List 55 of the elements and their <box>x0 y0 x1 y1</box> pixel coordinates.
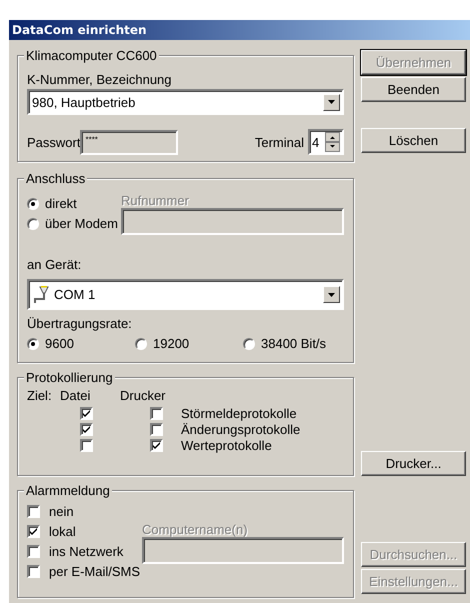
window-title: DataCom einrichten <box>9 20 470 40</box>
button[interactable]: Drucker... <box>361 451 466 476</box>
group-label: Protokollierung <box>24 370 115 385</box>
checkbox[interactable] <box>80 422 93 436</box>
radio-button[interactable] <box>27 338 39 350</box>
checkbox-label: Werteprotokolle <box>181 438 272 452</box>
phone-field[interactable] <box>120 208 344 235</box>
checkmark-icon <box>29 527 38 536</box>
radio-label: 19200 <box>153 336 190 351</box>
radio-label: 38400 Bit/s <box>261 336 326 351</box>
checkbox-label: Störmeldeprotokolle <box>181 406 297 420</box>
checkbox[interactable] <box>27 525 40 538</box>
checkbox[interactable] <box>27 565 40 578</box>
radio-label: über Modem <box>45 216 118 231</box>
checkbox[interactable] <box>80 406 93 420</box>
checkbox-label: per E-Mail/SMS <box>49 564 140 579</box>
radio-label: direkt <box>45 196 77 211</box>
radio-button[interactable] <box>27 218 39 230</box>
radio-button[interactable] <box>135 338 147 350</box>
checkbox[interactable] <box>150 406 163 420</box>
spin-field[interactable]: 4 <box>308 129 344 155</box>
checkbox-label: lokal <box>49 524 76 539</box>
dropdown-field[interactable]: COM 1 <box>27 279 344 310</box>
checkmark-icon <box>152 440 161 450</box>
column-header: Ziel: <box>27 388 53 403</box>
field-label: an Gerät: <box>27 257 82 272</box>
group-label: Klimacomputer CC600 <box>24 48 159 63</box>
computer-name-field[interactable] <box>142 537 344 564</box>
field-label: Terminal <box>254 134 304 150</box>
button[interactable]: Löschen <box>361 128 466 153</box>
dropdown-field[interactable]: 980, Hauptbetrieb <box>27 89 344 115</box>
button[interactable]: Beenden <box>361 77 466 102</box>
radio-button[interactable] <box>243 338 255 350</box>
column-header: Datei <box>60 388 92 403</box>
field-label: Passwort <box>27 134 80 150</box>
field-label: Computername(n) <box>142 522 249 537</box>
radio-label: 9600 <box>45 336 74 351</box>
checkbox[interactable] <box>80 438 93 452</box>
checkbox[interactable] <box>27 545 40 558</box>
checkbox-label: Änderungsprotokolle <box>181 422 300 436</box>
field-label: Übertragungsrate: <box>27 316 133 331</box>
password-field[interactable]: **** <box>80 130 178 154</box>
serial-port-icon <box>32 284 50 304</box>
group-label: Anschluss <box>24 171 88 186</box>
checkbox[interactable] <box>150 422 163 436</box>
column-header: Drucker <box>120 388 166 403</box>
group-label: Alarmmeldung <box>24 483 112 498</box>
checkbox-label: nein <box>49 504 74 519</box>
radio-button[interactable] <box>27 198 39 210</box>
field-label: K-Nummer, Bezeichnung <box>27 72 173 87</box>
spin-arrows-icon[interactable] <box>325 132 340 152</box>
field-label: Rufnummer <box>120 193 190 208</box>
checkbox-label: ins Netzwerk <box>49 544 124 559</box>
checkbox[interactable] <box>150 438 163 452</box>
checkbox[interactable] <box>27 505 40 518</box>
